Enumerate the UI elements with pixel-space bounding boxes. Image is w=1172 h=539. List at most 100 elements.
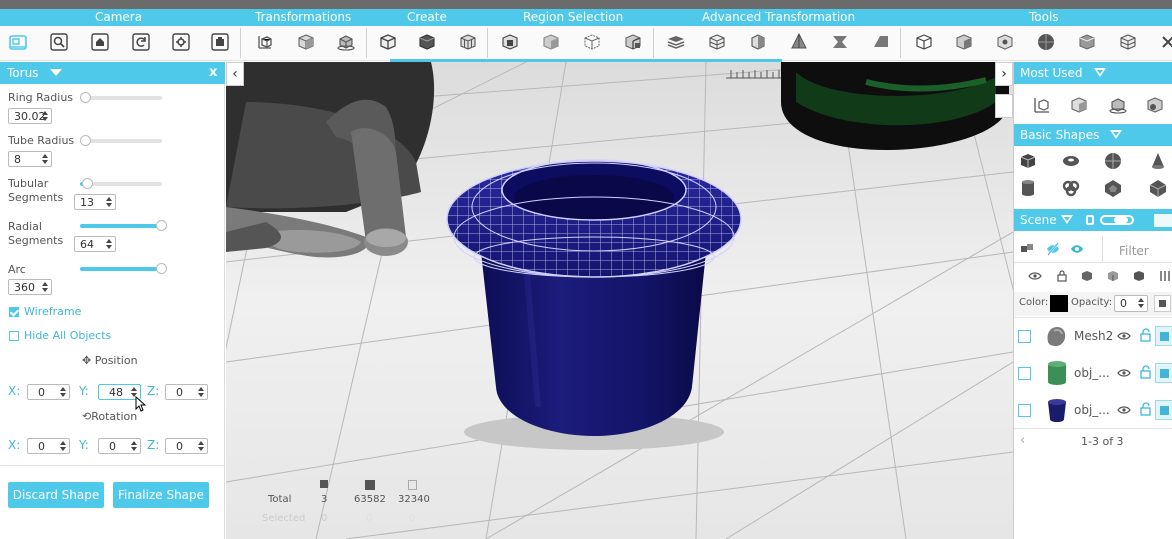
wireframe-checkbox[interactable] — [9, 307, 19, 317]
zoom-icon[interactable] — [48, 31, 70, 55]
menu-create[interactable]: Create — [407, 9, 447, 26]
tool-sphere-icon[interactable] — [1035, 31, 1057, 55]
scene-header[interactable]: Scene — [1014, 209, 1172, 231]
scene-object-row[interactable]: Mesh2 — [1014, 318, 1172, 354]
arc-slider[interactable] — [80, 263, 167, 274]
tool-link-icon[interactable] — [1157, 31, 1172, 55]
position-x-input[interactable]: 0 — [27, 384, 70, 400]
basic-shapes-header[interactable]: Basic Shapes — [1014, 124, 1172, 146]
object-name[interactable]: Mesh2 — [1074, 329, 1113, 343]
visibility-icon[interactable] — [1117, 330, 1131, 342]
hidden-toggle-icon[interactable] — [1046, 242, 1060, 256]
object-name[interactable]: obj_... — [1074, 403, 1110, 417]
create-dark-box-icon[interactable] — [416, 31, 438, 55]
tube-radius-slider[interactable] — [80, 135, 162, 146]
arc-input[interactable]: 360 — [8, 279, 52, 295]
scale-box-icon[interactable] — [1031, 94, 1053, 116]
tool-split-icon[interactable] — [994, 31, 1016, 55]
viewport-side-tab[interactable] — [995, 94, 1013, 118]
rotate-camera-icon[interactable] — [130, 31, 152, 55]
rotation-y-input[interactable]: 0 — [98, 438, 141, 454]
scale-box-icon[interactable] — [254, 31, 276, 55]
radial-segments-input[interactable]: 64 — [74, 236, 116, 252]
tool-solid-icon[interactable] — [953, 31, 975, 55]
opacity-input[interactable]: 0 — [1114, 295, 1148, 312]
tubular-segments-slider[interactable] — [80, 178, 162, 189]
adv-cone-icon[interactable] — [788, 31, 810, 55]
ring-radius-slider[interactable] — [80, 92, 162, 103]
rotation-x-input[interactable]: 0 — [27, 438, 70, 454]
tube-radius-input[interactable]: 8 — [8, 151, 52, 167]
screenshot-icon[interactable] — [209, 31, 231, 55]
cube-move-icon[interactable] — [295, 31, 317, 55]
opacity-apply-button[interactable] — [1154, 295, 1171, 312]
cone-shape-icon[interactable] — [1147, 150, 1169, 172]
collapse-left-panel-button[interactable]: ‹ — [226, 62, 244, 86]
dodecahedron-shape-icon[interactable] — [1102, 177, 1124, 199]
adv-twist-icon[interactable] — [829, 31, 851, 55]
menu-transformations[interactable]: Transformations — [255, 9, 351, 26]
tool-box-icon[interactable] — [1076, 31, 1098, 55]
scene-extra-button[interactable] — [1154, 214, 1172, 227]
scene-filter-input[interactable]: Filter — [1102, 236, 1172, 262]
region-box-icon[interactable] — [499, 31, 521, 55]
object-select-checkbox[interactable] — [1018, 330, 1031, 343]
icosahedron-shape-icon[interactable] — [1147, 177, 1169, 199]
cylinder-shape-icon[interactable] — [1017, 177, 1039, 199]
objects-tab-icon[interactable] — [1020, 242, 1034, 256]
scene-object-row[interactable]: obj_... — [1014, 392, 1172, 428]
torus-shape-icon[interactable] — [1060, 150, 1082, 172]
cube-rotate-icon[interactable] — [335, 31, 357, 55]
object-name[interactable]: obj_... — [1074, 366, 1110, 380]
color-swatch[interactable] — [1050, 295, 1068, 312]
cube-move-icon[interactable] — [1068, 94, 1090, 116]
object-select-checkbox[interactable] — [1018, 404, 1031, 417]
discard-shape-button[interactable]: Discard Shape — [8, 482, 104, 508]
adv-layers-icon[interactable] — [665, 31, 687, 55]
menu-camera[interactable]: Camera — [95, 9, 142, 26]
scene-object-row[interactable]: obj_... — [1014, 355, 1172, 391]
object-type-button[interactable] — [1155, 363, 1172, 383]
visible-toggle-icon[interactable] — [1070, 242, 1084, 256]
cube-rotate-icon[interactable] — [1107, 94, 1129, 116]
menu-advanced-transformation[interactable]: Advanced Transformation — [702, 9, 855, 26]
3d-viewport[interactable]: ‹ › Total 3 63582 32340 Selected 0 0 0 — [226, 62, 1013, 539]
cube-shape-icon[interactable] — [1017, 150, 1039, 172]
unlock-icon[interactable] — [1140, 328, 1152, 342]
radial-segments-slider[interactable] — [80, 220, 167, 231]
tubular-segments-input[interactable]: 13 — [74, 194, 116, 210]
tool-cube-icon[interactable] — [913, 31, 935, 55]
close-panel-button[interactable]: x — [209, 65, 217, 80]
position-z-input[interactable]: 0 — [165, 384, 208, 400]
region-solid-icon[interactable] — [540, 31, 562, 55]
tool-split-icon[interactable] — [1144, 94, 1166, 116]
toggle-icon[interactable] — [1086, 215, 1094, 225]
collapse-right-panel-button[interactable]: › — [995, 62, 1013, 86]
dropdown-arrow-icon[interactable] — [50, 69, 62, 76]
sphere-shape-icon[interactable] — [1102, 150, 1124, 172]
tool-grid-icon[interactable] — [1117, 31, 1139, 55]
create-grid-box-icon[interactable] — [457, 31, 479, 55]
ring-radius-input[interactable]: 30.02 — [8, 108, 52, 124]
prev-page-icon[interactable]: ‹ — [1020, 433, 1025, 448]
region-split-icon[interactable] — [622, 31, 644, 55]
region-wire-icon[interactable] — [581, 31, 603, 55]
create-box-icon[interactable] — [377, 31, 399, 55]
object-select-checkbox[interactable] — [1018, 367, 1031, 380]
menu-tools[interactable]: Tools — [1029, 9, 1059, 26]
crop-icon[interactable] — [7, 31, 29, 55]
visibility-icon[interactable] — [1117, 404, 1131, 416]
adv-grid-icon[interactable] — [706, 31, 728, 55]
unlock-icon[interactable] — [1140, 402, 1152, 416]
menu-region-selection[interactable]: Region Selection — [523, 9, 623, 26]
hide-all-objects-checkbox[interactable] — [9, 331, 19, 341]
camera-settings-icon[interactable] — [170, 31, 192, 55]
home-camera-icon[interactable] — [89, 31, 111, 55]
adv-half-icon[interactable] — [747, 31, 769, 55]
object-type-button[interactable] — [1155, 326, 1172, 346]
rotation-z-input[interactable]: 0 — [165, 438, 208, 454]
most-used-header[interactable]: Most Used — [1014, 62, 1172, 84]
finalize-shape-button[interactable]: Finalize Shape — [113, 482, 209, 508]
unlock-icon[interactable] — [1140, 365, 1152, 379]
visibility-icon[interactable] — [1117, 367, 1131, 379]
